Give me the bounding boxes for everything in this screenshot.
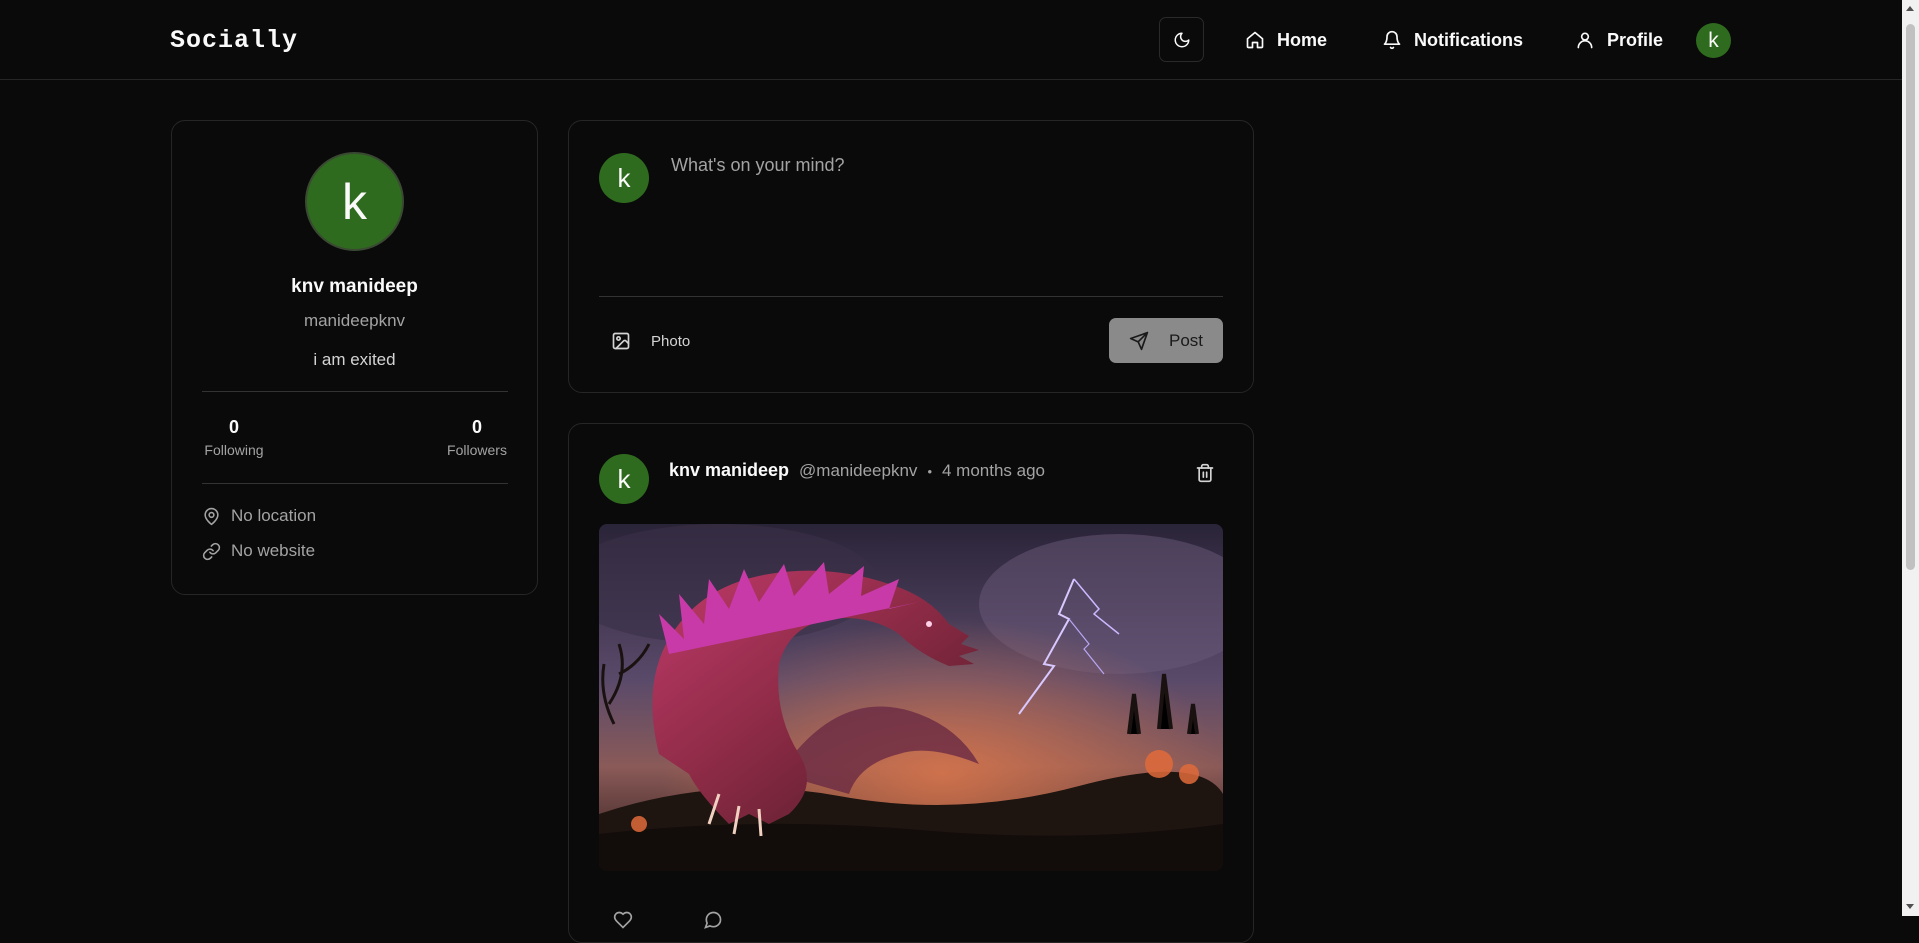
top-navbar: Socially Home Notifications Profile k <box>0 0 1902 80</box>
composer-divider <box>599 296 1223 297</box>
nav-home-label: Home <box>1277 29 1328 50</box>
nav-profile-link[interactable]: Profile <box>1575 23 1663 57</box>
post-actions <box>613 910 723 930</box>
page-scrollbar[interactable] <box>1902 0 1919 916</box>
nav-home-link[interactable]: Home <box>1245 23 1327 57</box>
post-author-handle: @manideepknv <box>799 461 918 480</box>
composer-avatar: k <box>599 153 649 203</box>
scroll-up-arrow-icon[interactable] <box>1906 6 1914 11</box>
scrollbar-thumb[interactable] <box>1906 24 1915 570</box>
profile-bio: i am exited <box>313 350 396 369</box>
brand-logo[interactable]: Socially <box>170 26 298 55</box>
website-row: No website <box>202 541 315 561</box>
profile-divider-bottom <box>202 483 508 484</box>
post-author-avatar[interactable]: k <box>599 454 649 504</box>
post-content-input[interactable] <box>669 153 1229 303</box>
image-icon <box>612 332 630 350</box>
nav-notifications-label: Notifications <box>1414 29 1524 50</box>
profile-name[interactable]: knv manideep <box>172 276 537 298</box>
map-pin-icon <box>204 507 219 525</box>
photo-label: Photo <box>651 332 691 350</box>
send-icon <box>1129 331 1149 350</box>
post-header: knv manideep @manideepknv • 4 months ago <box>669 460 1045 481</box>
profile-avatar[interactable]: k <box>305 152 404 251</box>
profile-sidebar-card: k knv manideep manideepknv i am exited 0… <box>171 120 538 595</box>
nav-profile-label: Profile <box>1607 29 1664 50</box>
theme-toggle-button[interactable] <box>1159 17 1204 62</box>
home-icon <box>1246 31 1264 49</box>
user-avatar-button[interactable]: k <box>1696 23 1731 58</box>
following-stat: 0 Following <box>201 417 267 458</box>
followers-count: 0 <box>471 417 482 437</box>
nav-notifications-link[interactable]: Notifications <box>1382 23 1523 57</box>
user-icon <box>1577 32 1593 49</box>
link-icon <box>202 542 221 560</box>
moon-icon <box>1174 32 1189 47</box>
dragon-illustration <box>599 524 1223 871</box>
comment-icon[interactable] <box>703 910 723 930</box>
scroll-down-arrow-icon[interactable] <box>1906 904 1914 909</box>
followers-stat: 0 Followers <box>444 417 510 458</box>
website-text: No website <box>231 541 316 560</box>
heart-icon[interactable] <box>613 910 633 930</box>
post-card: k knv manideep @manideepknv • 4 months a… <box>568 423 1254 943</box>
followers-label: Followers <box>447 442 507 458</box>
create-post-card: k Photo Post <box>568 120 1254 393</box>
location-text: No location <box>231 506 317 525</box>
post-image[interactable] <box>599 524 1223 871</box>
following-count: 0 <box>228 417 239 437</box>
add-photo-button[interactable]: Photo <box>611 327 690 355</box>
delete-post-button[interactable] <box>1194 461 1216 485</box>
submit-post-button[interactable]: Post <box>1109 318 1223 363</box>
following-label: Following <box>204 442 264 458</box>
trash-icon <box>1196 463 1214 483</box>
post-button-label: Post <box>1168 330 1204 350</box>
location-row: No location <box>202 506 316 526</box>
profile-username: manideepknv <box>303 311 406 330</box>
bell-icon <box>1383 30 1401 50</box>
profile-divider-top <box>202 391 508 392</box>
post-timestamp: 4 months ago <box>942 461 1046 480</box>
post-author-name[interactable]: knv manideep <box>669 460 789 481</box>
post-separator: • <box>927 464 932 479</box>
